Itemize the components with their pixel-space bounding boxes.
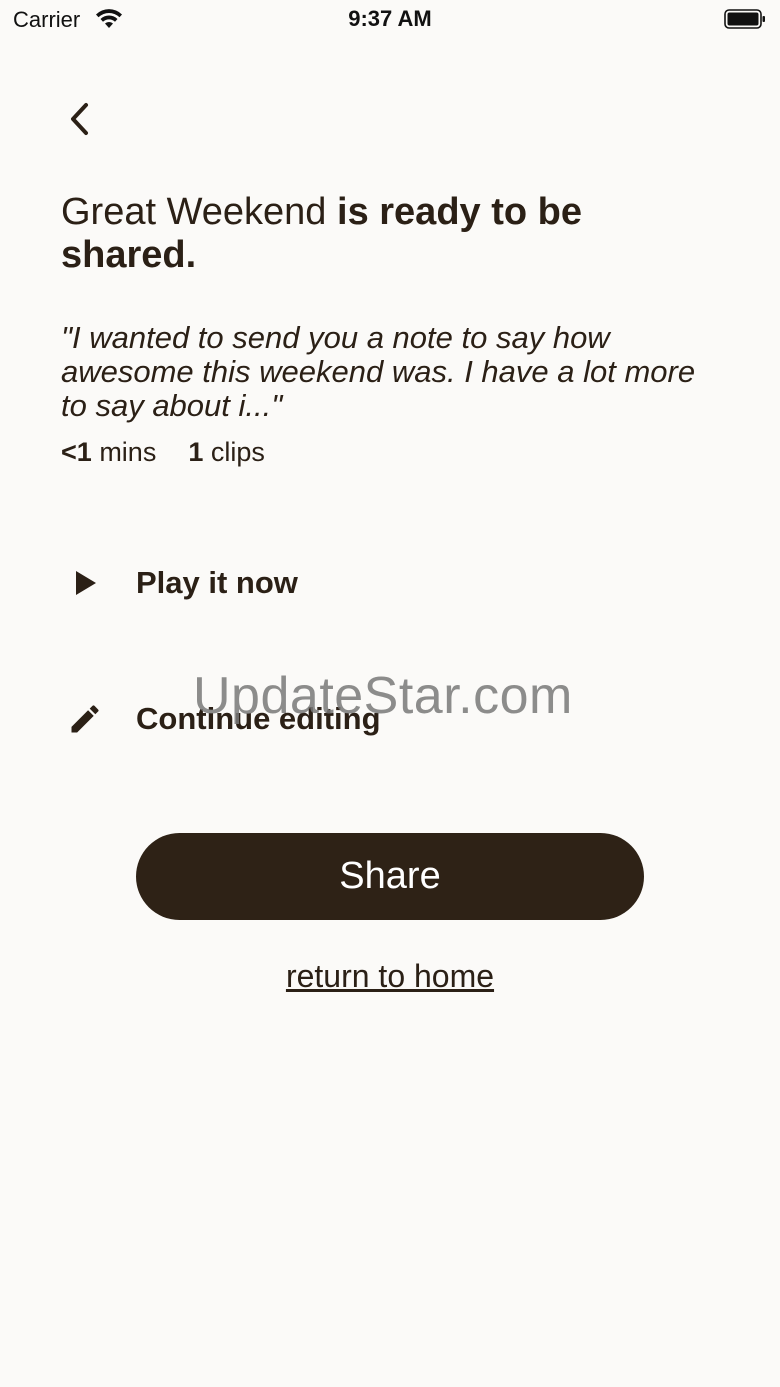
duration-meta: <1 mins <box>61 437 156 468</box>
continue-editing-label: Continue editing <box>136 701 381 736</box>
duration-unit: mins <box>99 437 157 467</box>
clips-meta: 1 clips <box>188 437 265 468</box>
play-icon <box>60 558 110 608</box>
status-time: 9:37 AM <box>348 6 432 31</box>
continue-editing-button[interactable]: Continue editing <box>60 689 381 749</box>
pencil-icon <box>60 694 110 744</box>
return-home-link[interactable]: return to home <box>0 958 780 995</box>
play-now-button[interactable]: Play it now <box>60 553 298 613</box>
page-title: Great Weekend is ready to be shared. <box>61 191 701 277</box>
status-bar: Carrier 9:37 AM <box>0 0 780 40</box>
back-button[interactable] <box>56 96 102 142</box>
transcript-preview: "I wanted to send you a note to say how … <box>61 320 696 423</box>
duration-value: <1 <box>61 437 92 467</box>
play-now-label: Play it now <box>136 565 298 600</box>
share-button[interactable]: Share <box>136 833 644 920</box>
chevron-left-icon <box>71 103 88 135</box>
title-recording-name: Great Weekend <box>61 191 327 233</box>
clips-value: 1 <box>188 437 204 467</box>
share-ready-screen: Carrier 9:37 AM Great Weekend is ready t… <box>0 0 780 1387</box>
recording-meta: <1 mins 1 clips <box>61 437 265 468</box>
battery-icon <box>724 9 765 29</box>
clips-unit: clips <box>210 437 265 467</box>
